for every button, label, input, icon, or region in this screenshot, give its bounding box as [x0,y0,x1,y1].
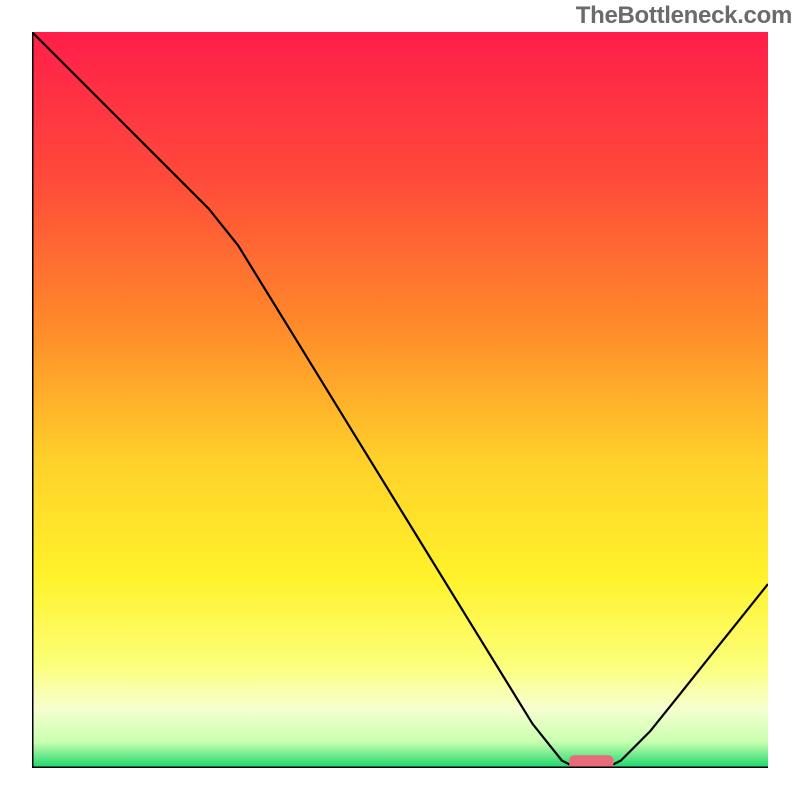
chart-container: TheBottleneck.com [0,0,800,800]
optimum-marker [569,755,613,768]
chart-svg [32,32,768,768]
watermark-text: TheBottleneck.com [576,2,792,30]
plot-area [32,32,768,768]
